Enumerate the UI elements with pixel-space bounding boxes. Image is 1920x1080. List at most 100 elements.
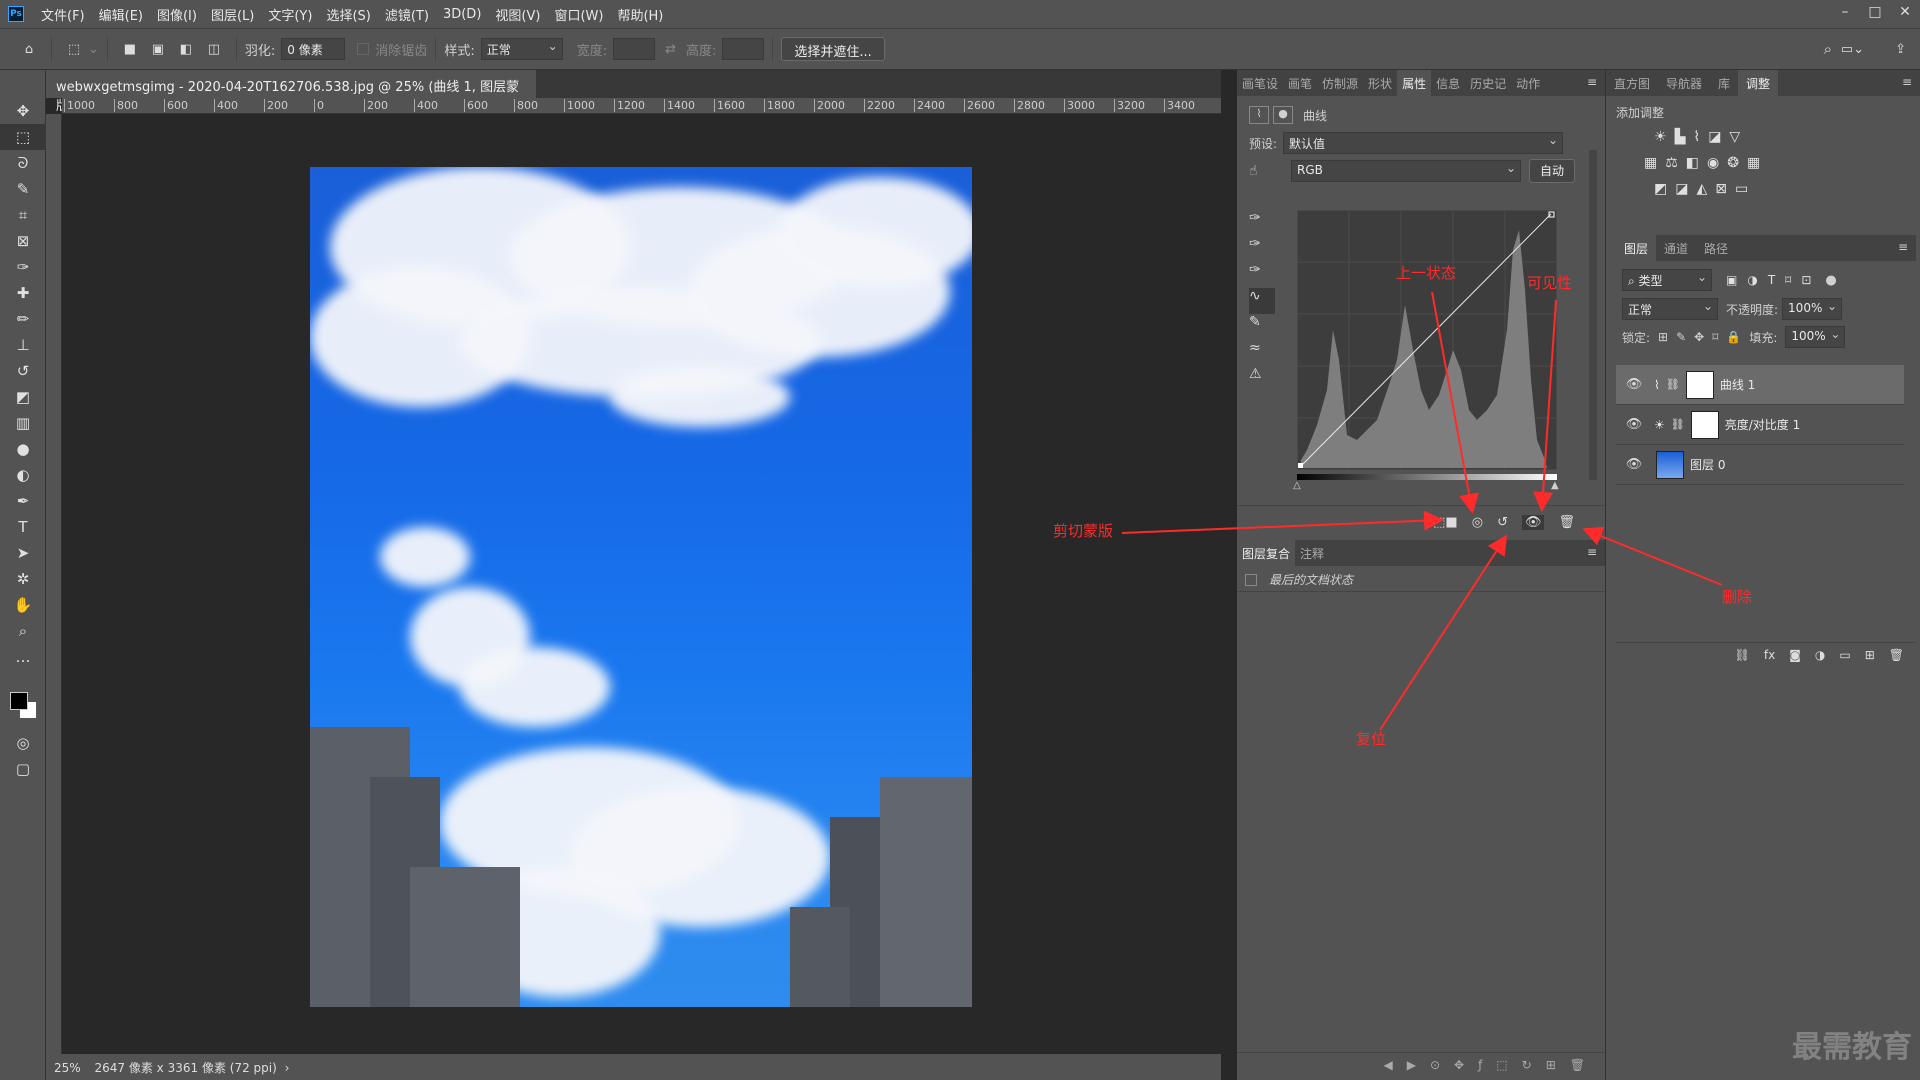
height-input[interactable] (722, 38, 765, 60)
menu-file[interactable]: 文件(F) (34, 5, 92, 24)
panel-menu-icon[interactable]: ≡ (1894, 70, 1920, 96)
comp-checkbox[interactable] (1245, 573, 1257, 586)
layer-filter-select[interactable]: ⌕ 类型 (1622, 269, 1712, 291)
marquee-preset-icon[interactable]: ⬚ (63, 38, 85, 60)
lock-position-icon[interactable]: ✥ (1694, 330, 1704, 344)
prev-comp-icon[interactable]: ◀ (1383, 1058, 1392, 1075)
visibility-eye-icon[interactable]: 👁 (1521, 515, 1545, 530)
marquee-tool-icon[interactable]: ⬚ (0, 124, 46, 150)
tab-actions[interactable]: 动作 (1511, 70, 1545, 96)
filter-pixel-icon[interactable]: ▣ (1726, 273, 1737, 287)
link-icon[interactable]: ⛓ (1666, 378, 1680, 391)
filter-type-icon[interactable]: T (1768, 273, 1775, 287)
eyedropper-tool-icon[interactable]: ✑ (0, 254, 46, 280)
curves-adjustment-icon[interactable]: ⌇ (1249, 106, 1269, 124)
lasso-tool-icon[interactable]: ᘐ (0, 150, 46, 176)
next-comp-icon[interactable]: ▶ (1407, 1058, 1416, 1075)
healing-tool-icon[interactable]: ✚ (0, 280, 46, 306)
close-button[interactable]: ✕ (1890, 0, 1920, 28)
tab-channels[interactable]: 通道 (1656, 235, 1696, 261)
white-point-eyedropper-icon[interactable]: ✑ (1249, 262, 1275, 288)
document-tab[interactable]: webwxgetmsgimg - 2020-04-20T162706.538.j… (46, 70, 536, 114)
add-mask-icon[interactable]: ◙ (1789, 648, 1801, 665)
foreground-color-swatch[interactable] (10, 692, 28, 710)
frame-tool-icon[interactable]: ⊠ (0, 228, 46, 254)
reset-icon[interactable]: ↺ (1497, 515, 1508, 530)
minimize-button[interactable]: – (1830, 0, 1860, 28)
layer-row[interactable]: 👁 图层 0 (1616, 445, 1904, 485)
layer-mask-icon[interactable]: ● (1273, 106, 1293, 124)
fill-input[interactable]: 100% (1785, 326, 1846, 348)
gradient-map-icon[interactable]: ▭ (1735, 181, 1748, 207)
tab-properties[interactable]: 属性 (1397, 70, 1432, 96)
share-icon[interactable]: ⇪ (1895, 42, 1906, 57)
swap-icon[interactable]: ⇄ (665, 42, 676, 57)
tab-libraries[interactable]: 库 (1710, 70, 1738, 96)
stamp-tool-icon[interactable]: ⊥ (0, 332, 46, 358)
new-adjustment-icon[interactable]: ◑ (1815, 648, 1825, 665)
pen-tool-icon[interactable]: ✒ (0, 488, 46, 514)
hand-tool-icon[interactable]: ✋ (0, 592, 46, 618)
delete-layer-icon[interactable]: 🗑 (1889, 648, 1904, 665)
layer-name[interactable]: 曲线 1 (1720, 376, 1755, 393)
selective-color-icon[interactable]: ⊠ (1715, 181, 1727, 207)
layer-comp-item[interactable]: 最后的文档状态 (1269, 571, 1353, 588)
blend-mode-select[interactable]: 正常 (1622, 298, 1718, 320)
clip-to-layer-icon[interactable]: ⬚■ (1433, 515, 1458, 530)
channel-mixer-icon[interactable]: ❂ (1727, 155, 1739, 181)
curve-edit-icon[interactable]: ∿ (1249, 288, 1275, 314)
chevron-right-icon[interactable]: › (285, 1061, 290, 1075)
menu-window[interactable]: 窗口(W) (547, 5, 610, 24)
subtract-selection-icon[interactable]: ◧ (175, 38, 197, 60)
path-select-tool-icon[interactable]: ➤ (0, 540, 46, 566)
menu-layer[interactable]: 图层(L) (204, 5, 261, 24)
workspace-icon[interactable]: ▭⌄ (1841, 42, 1864, 57)
delete-icon[interactable]: 🗑 (1558, 515, 1575, 530)
tab-adjustments[interactable]: 调整 (1738, 70, 1779, 96)
dodge-tool-icon[interactable]: ◐ (0, 462, 46, 488)
posterize-icon[interactable]: ◪ (1675, 181, 1688, 207)
crop-tool-icon[interactable]: ⌗ (0, 202, 46, 228)
tab-layers[interactable]: 图层 (1616, 235, 1657, 261)
artboard-comp-icon[interactable]: ⬚ (1496, 1058, 1507, 1075)
add-selection-icon[interactable]: ▣ (147, 38, 169, 60)
color-balance-icon[interactable]: ⚖ (1665, 155, 1678, 181)
layer-name[interactable]: 亮度/对比度 1 (1725, 416, 1801, 433)
pencil-draw-icon[interactable]: ✎ (1249, 314, 1275, 340)
panel-menu-icon[interactable]: ≡ (1579, 70, 1605, 96)
delete-comp-icon[interactable]: 🗑 (1570, 1058, 1585, 1075)
brightness-icon[interactable]: ☀ (1654, 129, 1667, 155)
fx-comp-icon[interactable]: ƒ (1478, 1058, 1482, 1075)
channel-select[interactable]: RGB (1291, 160, 1521, 182)
lock-all-icon[interactable]: 🔒 (1726, 330, 1741, 344)
tab-history[interactable]: 历史记 (1465, 70, 1511, 96)
black-point-eyedropper-icon[interactable]: ✑ (1249, 210, 1275, 236)
tab-paths[interactable]: 路径 (1696, 235, 1736, 261)
eraser-tool-icon[interactable]: ◩ (0, 384, 46, 410)
lock-artboard-icon[interactable]: ⌑ (1712, 330, 1718, 344)
layer-name[interactable]: 图层 0 (1690, 456, 1725, 473)
filter-shape-icon[interactable]: ⌑ (1785, 273, 1791, 287)
tab-brushes[interactable]: 画笔 (1283, 70, 1317, 96)
menu-help[interactable]: 帮助(H) (610, 5, 670, 24)
intersect-selection-icon[interactable]: ◫ (203, 38, 225, 60)
tab-brush-settings[interactable]: 画笔设 (1237, 70, 1283, 96)
tab-layer-comps[interactable]: 图层复合 (1237, 540, 1296, 566)
auto-button[interactable]: 自动 (1529, 159, 1576, 183)
curves-graph[interactable] (1297, 210, 1557, 470)
exposure-icon[interactable]: ◪ (1708, 129, 1721, 155)
screen-mode-icon[interactable]: ▢ (0, 756, 46, 782)
fx-icon[interactable]: fx (1764, 648, 1775, 665)
visibility-eye-icon[interactable]: 👁 (1622, 457, 1646, 472)
quick-select-tool-icon[interactable]: ✎ (0, 176, 46, 202)
menu-image[interactable]: 图像(I) (150, 5, 204, 24)
menu-select[interactable]: 选择(S) (319, 5, 377, 24)
type-tool-icon[interactable]: T (0, 514, 46, 540)
menu-edit[interactable]: 编辑(E) (92, 5, 150, 24)
filter-adjust-icon[interactable]: ◑ (1747, 273, 1757, 287)
move-tool-icon[interactable]: ✥ (0, 98, 46, 124)
sky-photo[interactable] (310, 167, 972, 1007)
tab-navigator[interactable]: 导航器 (1658, 70, 1710, 96)
link-layers-icon[interactable]: ⛓ (1735, 648, 1750, 665)
link-icon[interactable]: ⛓ (1671, 418, 1685, 431)
